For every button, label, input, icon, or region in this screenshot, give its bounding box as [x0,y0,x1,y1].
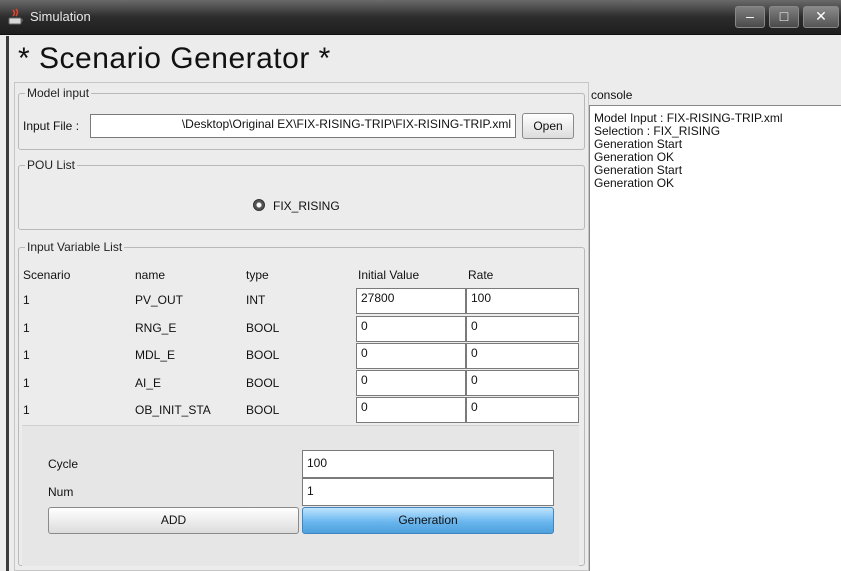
initial-value-input[interactable]: 0 [356,397,466,423]
row-name: MDL_E [135,348,176,362]
row-scenario: 1 [23,348,30,362]
window-title: Simulation [30,9,91,24]
rate-input[interactable]: 100 [466,288,579,314]
row-type: INT [246,293,266,307]
row-scenario: 1 [23,321,30,335]
rate-input[interactable]: 0 [466,397,579,423]
row-type: BOOL [246,376,280,390]
input-variable-legend: Input Variable List [27,240,123,254]
row-scenario: 1 [23,403,30,417]
initial-value-input[interactable]: 0 [356,316,466,342]
pou-radio-fix-rising[interactable] [253,199,265,211]
pou-option-label: FIX_RISING [273,199,340,213]
input-file-field[interactable]: \Desktop\Original EX\FIX-RISING-TRIP\FIX… [90,114,516,138]
simulation-window: Simulation – □ ✕ * Scenario Generator * … [0,0,841,571]
console-line: Generation OK [594,176,675,190]
rate-input[interactable]: 0 [466,343,579,369]
row-type: BOOL [246,403,280,417]
java-app-icon [8,8,23,25]
input-file-label: Input File : [23,119,80,133]
rate-input[interactable]: 0 [466,316,579,342]
row-name: OB_INIT_STA [135,403,211,417]
header-scenario: Scenario [23,268,71,282]
console-output[interactable]: Model Input : FIX-RISING-TRIP.xml Select… [589,105,841,571]
row-type: BOOL [246,348,280,362]
row-name: AI_E [135,376,162,390]
rate-input[interactable]: 0 [466,370,579,396]
header-name: name [135,268,166,282]
row-scenario: 1 [23,376,30,390]
num-label: Num [48,485,74,499]
window-left-border [6,36,9,571]
minimize-button[interactable]: – [735,6,765,28]
pou-list-panel: POU List [18,158,585,230]
header-type: type [246,268,269,282]
row-type: BOOL [246,321,280,335]
open-button[interactable]: Open [522,113,574,139]
row-name: PV_OUT [135,293,184,307]
maximize-button[interactable]: □ [769,6,799,28]
add-button[interactable]: ADD [48,507,299,534]
row-name: RNG_E [135,321,177,335]
cycle-input[interactable]: 100 [302,450,554,478]
cycle-label: Cycle [48,457,79,471]
title-bar[interactable]: Simulation – □ ✕ [0,0,841,35]
close-button[interactable]: ✕ [803,6,839,28]
close-icon: ✕ [815,8,827,24]
initial-value-input[interactable]: 27800 [356,288,466,314]
header-initial-value: Initial Value [358,268,420,282]
num-input[interactable]: 1 [302,478,554,506]
model-input-legend: Model input [27,86,90,100]
initial-value-input[interactable]: 0 [356,343,466,369]
console-title: console [591,88,633,102]
row-scenario: 1 [23,293,30,307]
pou-list-legend: POU List [27,158,76,172]
minimize-icon: – [746,8,754,24]
maximize-icon: □ [779,8,789,24]
page-title: * Scenario Generator * [18,42,331,75]
generation-button[interactable]: Generation [302,507,554,534]
header-rate: Rate [468,268,494,282]
initial-value-input[interactable]: 0 [356,370,466,396]
